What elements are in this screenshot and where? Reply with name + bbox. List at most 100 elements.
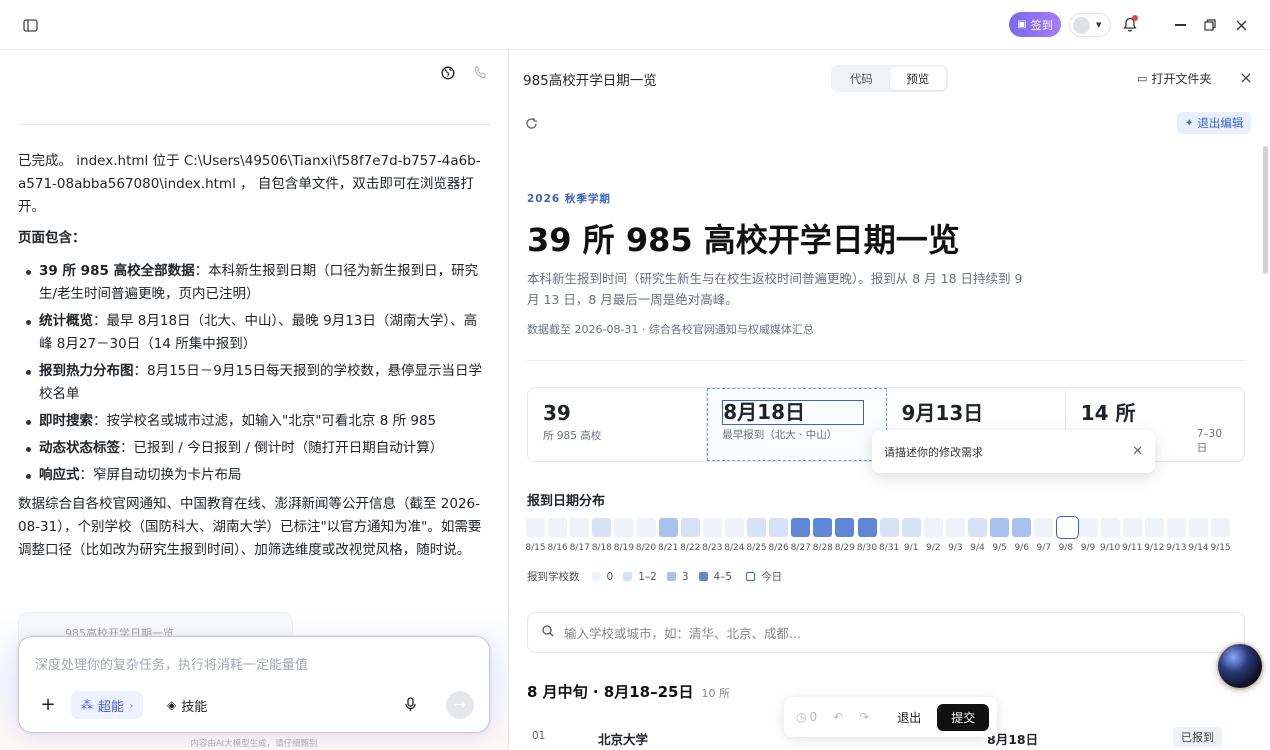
heat-cell[interactable]	[636, 518, 656, 537]
avatar[interactable]: ▼	[1069, 13, 1111, 37]
heat-cell[interactable]	[702, 518, 722, 537]
heat-cell[interactable]	[680, 518, 700, 537]
phone-icon[interactable]	[471, 63, 489, 81]
heat-cell[interactable]	[614, 518, 634, 537]
history-icon[interactable]: ◷	[796, 710, 806, 724]
heat-date-label: 8/31	[878, 543, 900, 553]
minimize-icon[interactable]	[1170, 15, 1190, 35]
preview-title: 985高校开学日期一览	[523, 73, 657, 89]
chevron-right-icon: ›	[129, 698, 134, 712]
bell-icon[interactable]	[1120, 14, 1140, 34]
heat-cell[interactable]	[592, 518, 612, 537]
close-preview-icon[interactable]	[1237, 69, 1255, 87]
heat-cell[interactable]	[1166, 518, 1186, 537]
heat-date-axis: 8/15 8/16 8/17 8/18 8/19 8/20 8/21 8/22 8/23 8/24…	[525, 543, 1256, 555]
heat-cell[interactable]	[1144, 518, 1164, 537]
history-count: 0	[809, 710, 818, 724]
legend-swatch-3	[698, 572, 708, 581]
tab-preview[interactable]: 预览	[889, 67, 946, 90]
close-window-icon[interactable]	[1231, 15, 1251, 35]
refresh-icon[interactable]	[522, 114, 540, 132]
microphone-icon[interactable]	[401, 695, 419, 713]
submit-button[interactable]: 提交	[937, 703, 990, 731]
heat-cell[interactable]	[724, 518, 744, 537]
heat-cell[interactable]	[857, 518, 877, 537]
status-badge: 已报到	[1173, 727, 1222, 747]
exit-edit-button[interactable]: ✦ 退出编辑	[1177, 112, 1252, 134]
open-folder-button[interactable]: ▭ 打开文件夹	[1137, 70, 1211, 87]
heat-cell[interactable]	[570, 518, 590, 537]
heat-cell-today[interactable]	[1056, 516, 1080, 539]
school-search-input[interactable]: 输入学校或城市，如：清华、北京、成都...	[527, 612, 1245, 653]
heat-date-label: 9/6	[1014, 543, 1029, 553]
heat-date-label: 9/13	[1166, 543, 1187, 553]
heat-cell[interactable]	[923, 518, 943, 537]
send-button[interactable]: →	[446, 691, 474, 719]
stat-card-selected[interactable]: 8月18日 最早报到（北大 · 中山）	[707, 388, 887, 461]
heat-cell[interactable]	[879, 518, 899, 537]
heat-cell[interactable]	[901, 518, 921, 537]
message-heading: 页面包含：	[18, 230, 86, 246]
search-icon	[542, 625, 554, 640]
heat-cell[interactable]	[1078, 518, 1098, 537]
heat-date-label: 8/30	[856, 543, 878, 553]
heat-cell[interactable]	[835, 518, 855, 537]
heat-date-label: 8/17	[569, 543, 590, 553]
heat-cell[interactable]	[1100, 518, 1120, 537]
heat-cell[interactable]	[968, 518, 987, 537]
heat-date-label: 8/20	[635, 543, 657, 553]
tab-code[interactable]: 代码	[833, 67, 890, 90]
heat-date-label: 8/27	[790, 543, 811, 553]
sidebar-toggle-icon[interactable]	[20, 15, 40, 35]
wand-icon: ✦	[1185, 117, 1194, 129]
heat-cell[interactable]	[945, 518, 965, 537]
heat-date-label: 8/18	[591, 543, 612, 553]
ai-disclaimer: 内容由AI大模型生成，请仔细甄别	[190, 739, 318, 749]
heat-date-label: 8/16	[547, 543, 568, 553]
preview-header: 985高校开学日期一览 代码 预览 ▭ 打开文件夹	[509, 50, 1270, 106]
heat-date-label: 8/19	[613, 543, 634, 553]
signin-button[interactable]: ▣ 签到	[1009, 12, 1061, 37]
heat-cell[interactable]	[747, 518, 766, 537]
list-item: 即时搜索：按学校名或城市过滤，如输入"北京"可看北京 8 所 985	[18, 410, 490, 433]
heat-cell[interactable]	[791, 518, 811, 537]
redo-icon[interactable]: ↷	[859, 710, 869, 724]
mode-super-button[interactable]: ⁂ 超能 ›	[71, 691, 144, 719]
heat-date-label: 9/4	[970, 543, 985, 553]
legend-swatch-1	[623, 572, 633, 581]
exit-button[interactable]: 退出	[897, 709, 921, 726]
heat-date-label: 9/1	[903, 543, 919, 553]
heat-title: 报到日期分布	[527, 494, 606, 509]
view-toggle: 代码 预览	[831, 65, 948, 92]
list-item: 39 所 985 高校全部数据：本科新生报到日期（口径为新生报到日，研究生/老生…	[18, 260, 490, 306]
restore-icon[interactable]	[1200, 15, 1220, 35]
heat-cell[interactable]	[990, 518, 1010, 537]
skills-button[interactable]: ◈ 技能	[161, 691, 213, 719]
heat-cell[interactable]	[548, 518, 568, 537]
heat-cell[interactable]	[769, 518, 789, 537]
heat-date-label: 9/2	[926, 543, 941, 553]
undo-icon[interactable]: ↶	[833, 710, 843, 724]
heat-legend: 报到学校数 0 1–2 3 4–5 今日	[527, 570, 783, 584]
heat-cell[interactable]	[526, 518, 545, 537]
heat-cell[interactable]	[1189, 518, 1208, 537]
preview-scrollbar[interactable]	[1263, 146, 1268, 274]
heat-cell[interactable]	[1012, 518, 1032, 537]
composer-input[interactable]: 深度处理你的复杂任务，执行将消耗一定能量值	[35, 654, 308, 673]
heat-cell[interactable]	[1034, 518, 1054, 537]
heat-cell[interactable]	[1122, 518, 1142, 537]
heat-cell[interactable]	[658, 518, 678, 537]
assistant-orb-icon[interactable]	[1218, 644, 1262, 688]
edit-request-input[interactable]: 请描述你的修改需求	[884, 444, 1132, 460]
sparkle-icon: ⁂	[81, 698, 93, 712]
heat-cell[interactable]	[1211, 518, 1231, 537]
heat-date-label: 9/7	[1036, 543, 1052, 553]
heat-date-label: 8/21	[657, 543, 679, 553]
preview-panel: 985高校开学日期一览 代码 预览 ▭ 打开文件夹 ✦ 退出编辑 2026 秋季…	[508, 50, 1270, 750]
heat-date-label: 8/22	[680, 543, 701, 553]
globe-icon[interactable]	[439, 64, 457, 82]
plus-icon[interactable]: +	[39, 694, 57, 715]
heat-cell[interactable]	[813, 518, 833, 537]
close-icon[interactable]: ✕	[1132, 444, 1143, 459]
heat-date-label: 9/10	[1099, 543, 1121, 553]
